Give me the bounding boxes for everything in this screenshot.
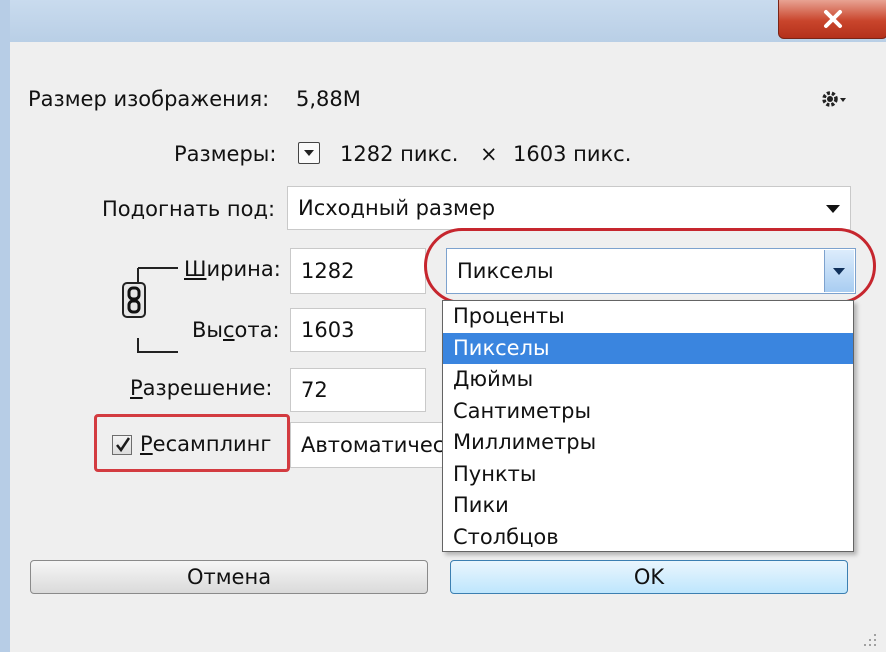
highlight-annotation-resample <box>94 414 290 472</box>
units-dropdown-list: Проценты Пикселы Дюймы Сантиметры Миллим… <box>442 300 854 552</box>
dimensions-width-value: 1282 пикс. <box>340 142 459 166</box>
window-frame-left <box>0 0 10 652</box>
resolution-input[interactable]: 72 <box>290 368 426 412</box>
title-bar <box>0 0 886 652</box>
width-label: Ширина: <box>184 257 281 281</box>
fit-to-label: Подогнать под: <box>102 197 276 221</box>
gear-icon[interactable] <box>820 88 848 110</box>
resample-method-value: Автоматичес <box>301 433 445 457</box>
image-size-label: Размер изображения: <box>28 87 270 111</box>
highlight-annotation-units <box>424 228 876 304</box>
chain-link-icon[interactable] <box>122 282 146 318</box>
resolution-value: 72 <box>301 378 328 402</box>
chevron-down-icon <box>826 205 840 213</box>
resample-method-select[interactable]: Автоматичес <box>290 422 450 468</box>
resize-grip-icon[interactable] <box>856 632 878 648</box>
dimensions-units-dropdown[interactable] <box>298 142 320 164</box>
width-input[interactable]: 1282 <box>290 248 426 294</box>
image-size-value: 5,88M <box>296 87 361 111</box>
units-option-pixels[interactable]: Пикселы <box>443 332 853 364</box>
height-label: Высота: <box>192 318 280 342</box>
units-option-columns[interactable]: Столбцов <box>443 522 853 554</box>
close-button[interactable] <box>778 0 886 39</box>
height-value: 1603 <box>301 318 355 342</box>
units-option-picas[interactable]: Пики <box>443 490 853 522</box>
dimensions-separator: × <box>480 142 498 166</box>
dimensions-height-value: 1603 пикс. <box>513 142 632 166</box>
units-option-inches[interactable]: Дюймы <box>443 364 853 396</box>
ok-button[interactable]: OK <box>450 560 848 594</box>
image-size-dialog: Размер изображения: 5,88M Размеры: 1282 … <box>10 42 886 652</box>
resolution-label: Разрешение: <box>130 376 273 400</box>
dimensions-label: Размеры: <box>174 142 277 166</box>
width-value: 1282 <box>301 259 355 283</box>
cancel-button[interactable]: Отмена <box>30 560 428 594</box>
fit-to-select[interactable]: Исходный размер <box>287 186 851 230</box>
units-option-centimeters[interactable]: Сантиметры <box>443 396 853 428</box>
units-option-points[interactable]: Пункты <box>443 459 853 491</box>
units-option-millimeters[interactable]: Миллиметры <box>443 427 853 459</box>
fit-to-value: Исходный размер <box>298 196 496 220</box>
units-option-percent[interactable]: Проценты <box>443 301 853 333</box>
height-input[interactable]: 1603 <box>290 308 426 352</box>
close-icon <box>824 10 842 28</box>
